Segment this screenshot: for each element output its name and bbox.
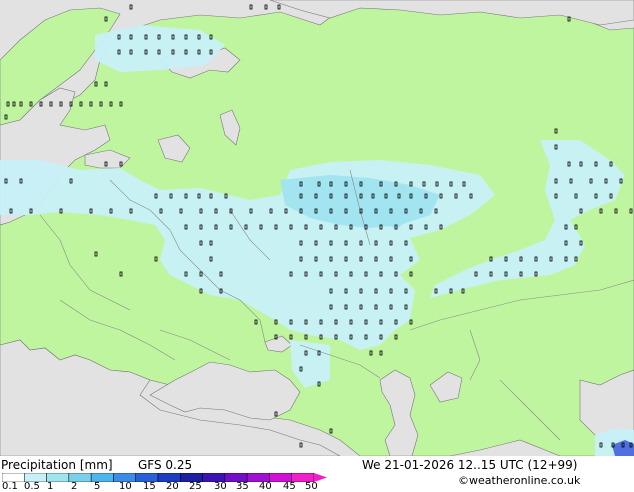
legend-tick-label: 5 [94, 481, 101, 492]
legend-tick-label: 0.5 [24, 481, 40, 492]
legend-tick-label: 15 [143, 481, 156, 492]
legend-title: Precipitation [mm] [1, 458, 113, 472]
legend-tick-label: 45 [283, 481, 296, 492]
legend-tick-label: 10 [119, 481, 132, 492]
legend-tick-label: 1 [47, 481, 54, 492]
legend-tick-label: 50 [305, 481, 318, 492]
legend-tick-label: 30 [214, 481, 227, 492]
forecast-datetime: We 21-01-2026 12..15 UTC (12+99) [362, 458, 578, 472]
legend-tick-label: 25 [189, 481, 202, 492]
legend-tick-label: 0.1 [2, 481, 18, 492]
precipitation-map [0, 0, 634, 456]
legend-tick-label: 20 [166, 481, 179, 492]
legend-tick-label: 40 [259, 481, 272, 492]
legend-tick-label: 35 [236, 481, 249, 492]
model-name: GFS 0.25 [138, 458, 193, 472]
credit-text: ©weatheronline.co.uk [458, 474, 581, 487]
legend-tick-label: 2 [71, 481, 78, 492]
